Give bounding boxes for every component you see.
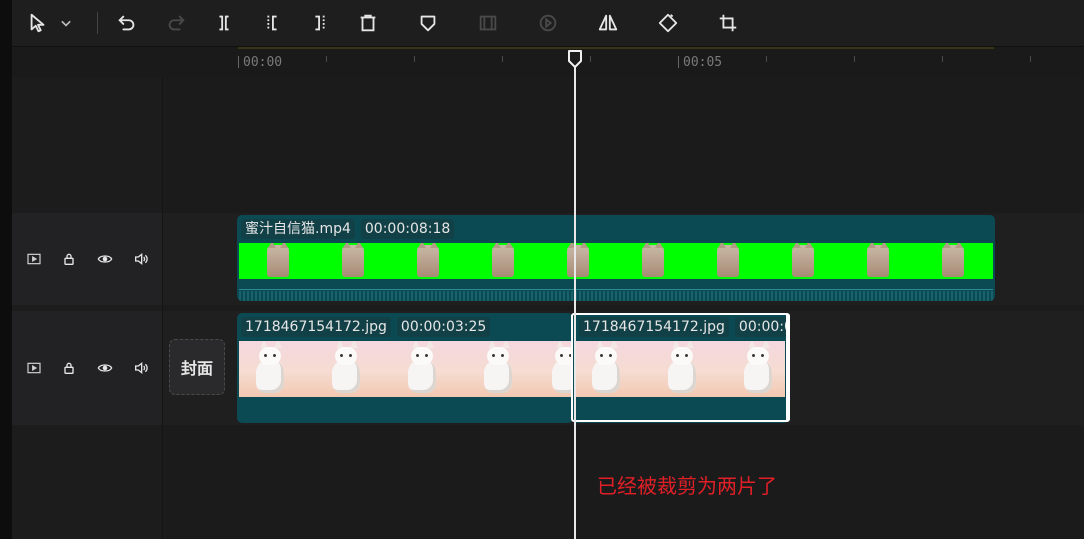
ruler-tick — [766, 56, 767, 62]
kitten-thumbnail — [549, 341, 573, 395]
ruler-label-5: 00:05 — [683, 55, 723, 70]
clip-label: 蜜汁自信猫.mp4 00:00:08:18 — [241, 219, 455, 239]
green-screen-thumbnails — [239, 243, 993, 279]
ruler-tick — [414, 56, 415, 62]
audio-baseline — [239, 289, 993, 290]
kitten-thumbnail — [329, 341, 363, 395]
trim-right-icon[interactable] — [304, 7, 336, 39]
timeline-ruler[interactable]: 00:00 00:05 — [12, 47, 1084, 77]
clip-name: 蜜汁自信猫.mp4 — [241, 219, 355, 239]
video-clip[interactable]: 蜜汁自信猫.mp4 00:00:08:18 — [237, 215, 995, 301]
rotate-icon[interactable] — [652, 7, 684, 39]
playhead-line[interactable] — [574, 66, 576, 539]
redo-icon[interactable] — [160, 7, 192, 39]
freeze-frame-icon[interactable] — [472, 7, 504, 39]
ruler-tick — [854, 56, 855, 62]
cover-button[interactable]: 封面 — [169, 339, 225, 395]
undo-icon[interactable] — [111, 7, 143, 39]
clip-name: 1718467154172.jpg — [241, 317, 391, 337]
audio-waveform — [239, 291, 993, 301]
kitten-thumbnails — [239, 341, 573, 397]
image-clip-1[interactable]: 1718467154172.jpg 00:00:03:25 — [237, 313, 573, 423]
cat-thumbnail — [267, 243, 289, 277]
cat-thumbnail — [417, 243, 439, 277]
cat-thumbnail — [342, 243, 364, 277]
toolbar-divider — [97, 12, 98, 34]
cat-thumbnail — [567, 243, 589, 277]
split-icon[interactable] — [208, 7, 240, 39]
cat-thumbnail — [792, 243, 814, 277]
ruler-tick — [942, 56, 943, 62]
clip-label: 1718467154172.jpg 00:00:03:25 — [241, 317, 491, 337]
select-pointer-icon[interactable] — [22, 7, 54, 39]
video-track-header — [12, 213, 162, 305]
cat-thumbnail — [942, 243, 964, 277]
lock-icon[interactable] — [59, 249, 79, 269]
ruler-tick — [502, 56, 503, 62]
kitten-thumbnail — [253, 341, 287, 395]
kitten-thumbnail — [405, 341, 439, 395]
image-track-header — [12, 311, 162, 425]
mirror-icon[interactable] — [592, 7, 624, 39]
trim-left-icon[interactable] — [256, 7, 288, 39]
clip-duration: 00:00:08:18 — [360, 219, 455, 239]
kitten-thumbnail — [481, 341, 515, 395]
speaker-icon[interactable] — [131, 249, 151, 269]
marker-icon[interactable] — [412, 7, 444, 39]
clip-selection-outline[interactable] — [571, 313, 790, 422]
ruler-tick — [678, 56, 679, 68]
visibility-eye-icon[interactable] — [95, 358, 115, 378]
video-editor: 00:00 00:05 封面 蜜汁自信猫.mp4 00:00:08:18 171… — [12, 0, 1084, 539]
clip-duration: 00:00:03:25 — [396, 317, 491, 337]
track-type-icon — [24, 249, 44, 269]
ruler-tick — [326, 56, 327, 62]
reverse-play-icon[interactable] — [532, 7, 564, 39]
chevron-down-icon[interactable] — [56, 7, 76, 39]
cat-thumbnail — [867, 243, 889, 277]
clip-trim-handle[interactable] — [786, 315, 790, 420]
ruler-tick — [238, 56, 239, 68]
lock-icon[interactable] — [59, 358, 79, 378]
delete-icon[interactable] — [352, 7, 384, 39]
playhead-handle-icon[interactable] — [567, 50, 583, 68]
ruler-label-0: 00:00 — [243, 55, 283, 70]
timeline-toolbar — [12, 0, 1084, 47]
visibility-eye-icon[interactable] — [95, 249, 115, 269]
annotation-text: 已经被裁剪为两片了 — [597, 474, 777, 498]
ruler-tick — [1030, 56, 1031, 62]
cat-thumbnail — [717, 243, 739, 277]
crop-icon[interactable] — [712, 7, 744, 39]
cat-thumbnail — [642, 243, 664, 277]
track-type-icon — [24, 358, 44, 378]
ruler-tick — [590, 56, 591, 62]
cat-thumbnail — [492, 243, 514, 277]
track-header-panel — [12, 77, 163, 539]
speaker-icon[interactable] — [131, 358, 151, 378]
ruler-progress-line — [238, 47, 994, 49]
